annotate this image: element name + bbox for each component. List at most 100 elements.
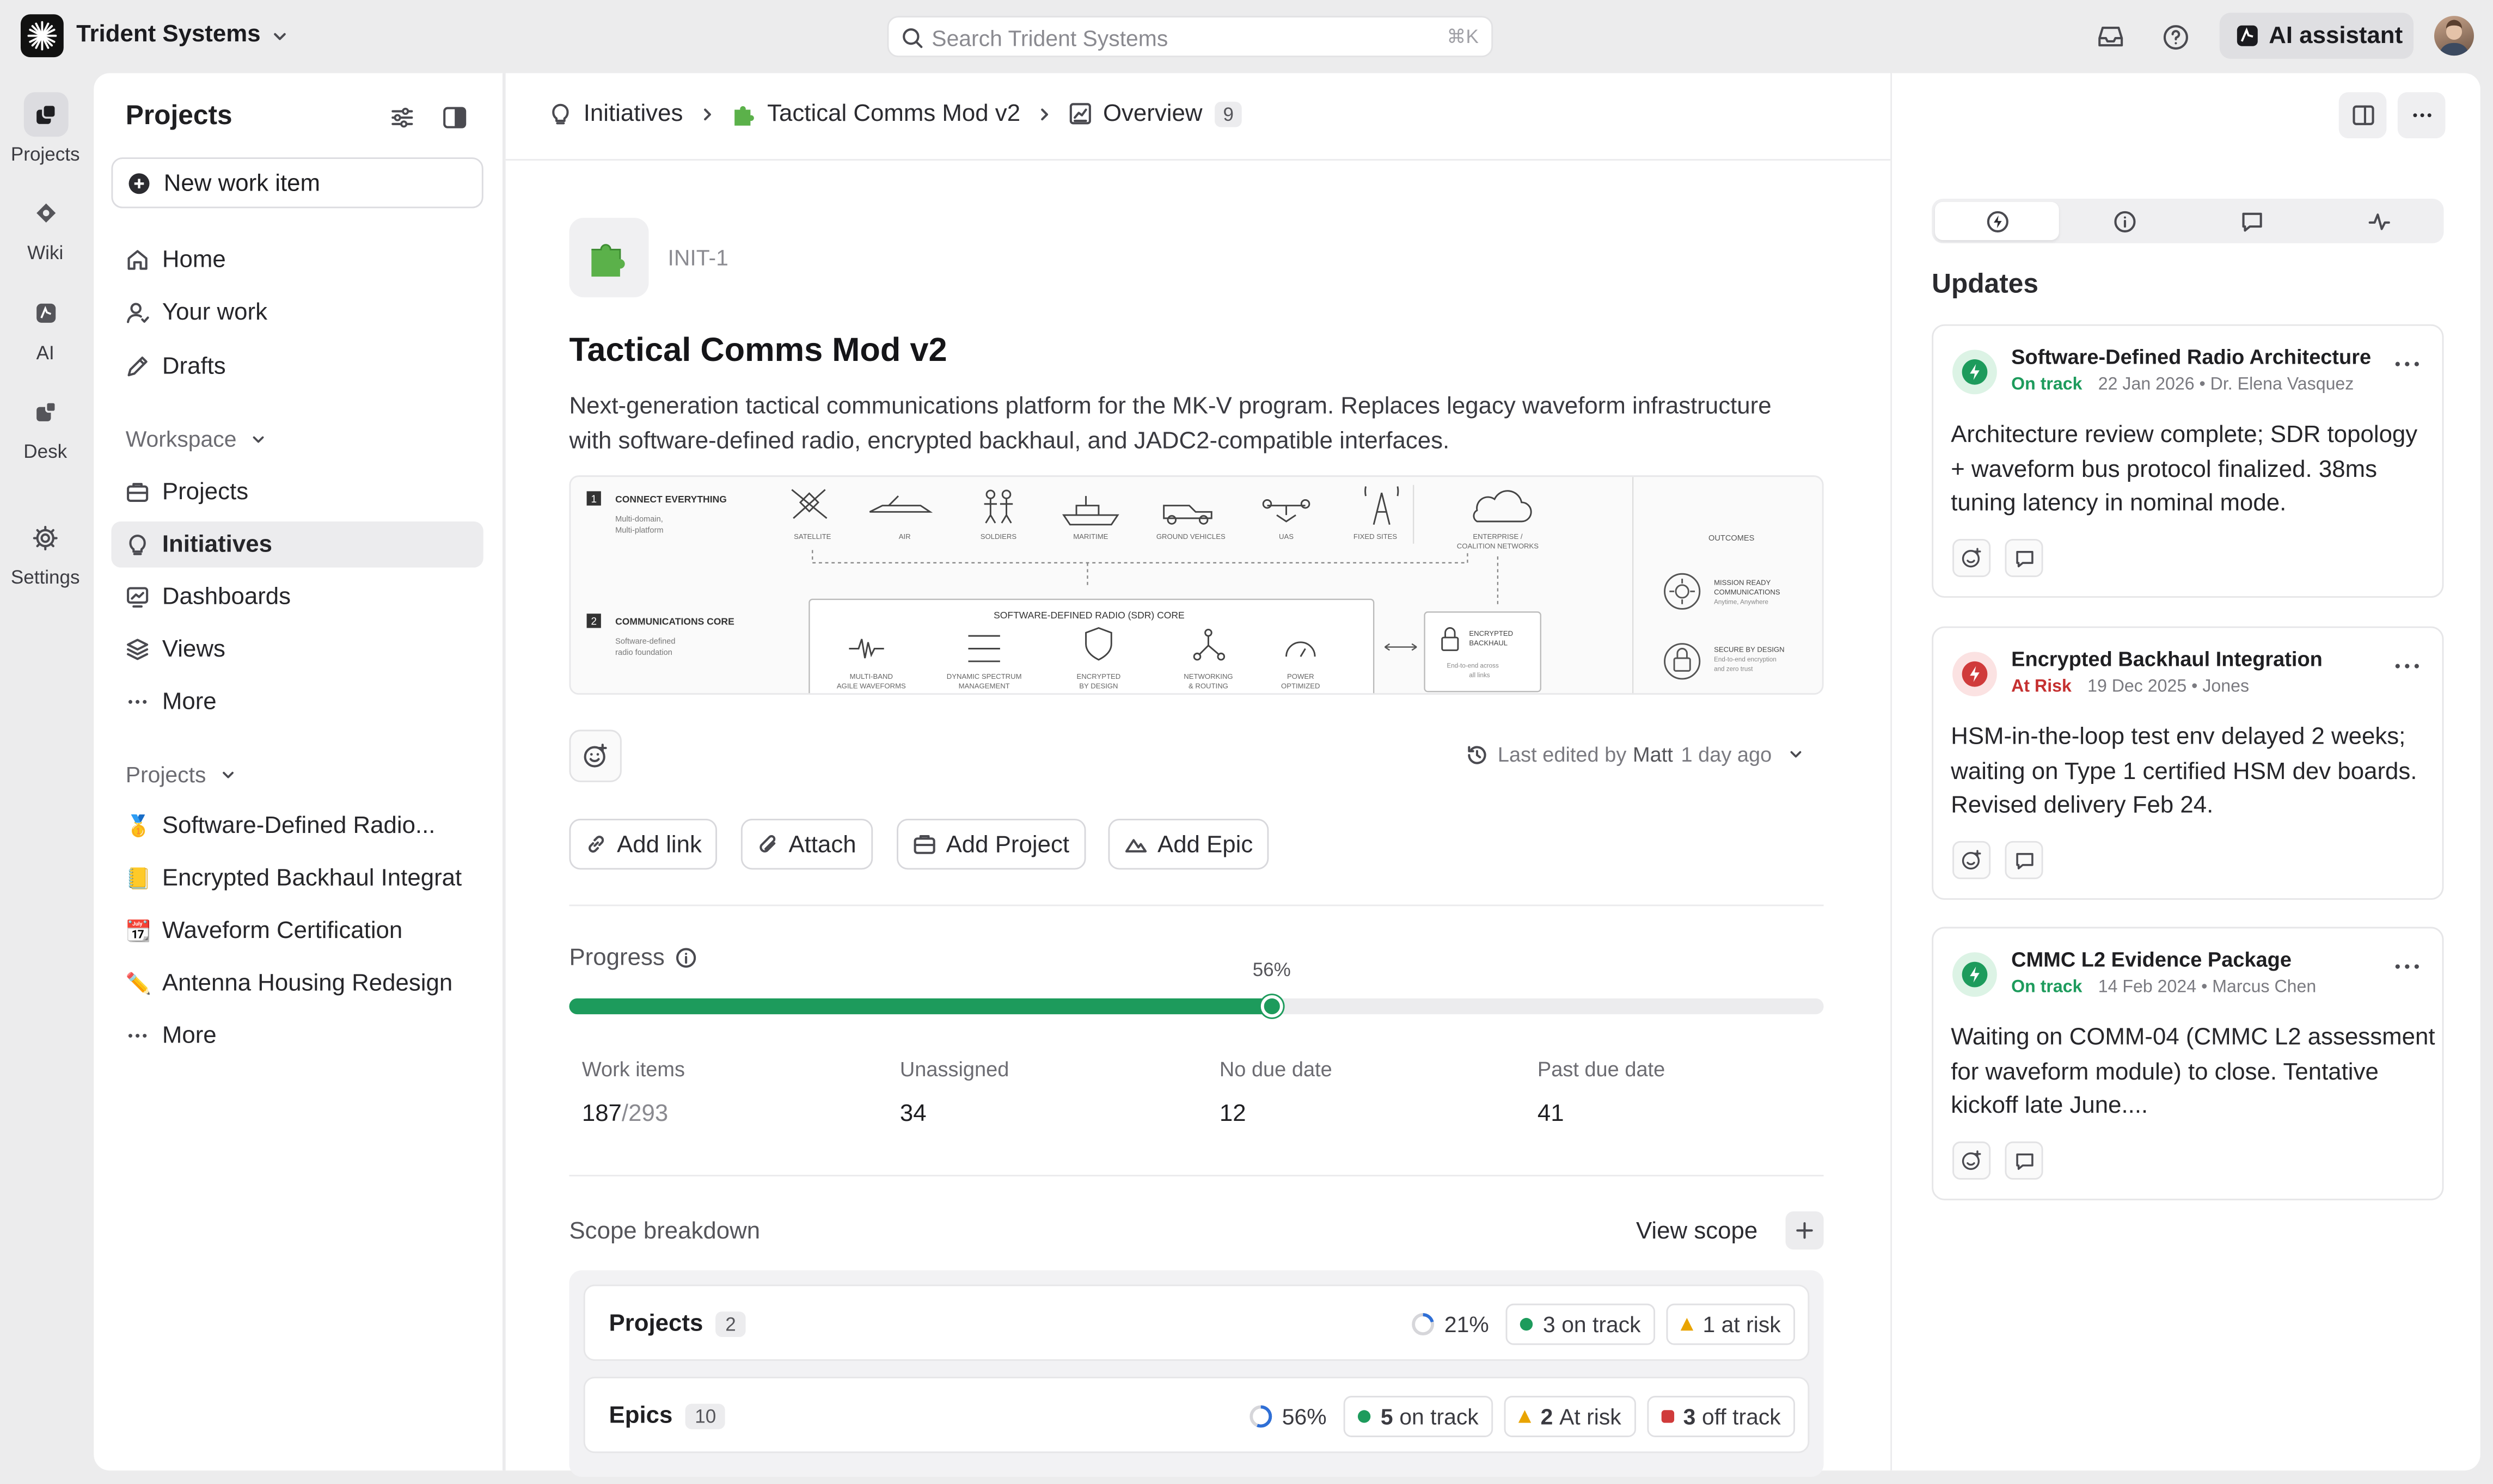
initiative-description[interactable]: Next-generation tactical communications … [569, 389, 1777, 459]
add-reaction-button[interactable] [1952, 1141, 1991, 1180]
rail-projects[interactable]: Projects [0, 92, 90, 165]
nav-label: Your work [162, 299, 268, 326]
add-epic-button[interactable]: Add Epic [1108, 818, 1269, 870]
project-item[interactable]: 📆 Waveform Certification [111, 907, 483, 954]
stat-unassigned[interactable]: Unassigned 34 [900, 1057, 1009, 1127]
nav-more[interactable]: More [111, 679, 483, 725]
help-icon[interactable] [2163, 24, 2190, 51]
green-dot-icon [1358, 1410, 1371, 1423]
on-track-chip[interactable]: 5 on track [1344, 1396, 1493, 1437]
workspace-section-header[interactable]: Workspace [125, 426, 267, 452]
initiative-icon[interactable] [569, 218, 649, 298]
svg-text:Multi-domain,: Multi-domain, [615, 515, 663, 524]
breadcrumb-initiatives[interactable]: Initiatives [549, 100, 683, 127]
tab-updates[interactable] [1935, 201, 2059, 240]
scope-row-projects[interactable]: Projects 2 21% 3 on track 1 at risk [583, 1284, 1810, 1361]
wiki-icon [35, 203, 55, 223]
projects-more[interactable]: More [111, 1013, 483, 1059]
stat-label: Unassigned [899, 1057, 1009, 1081]
svg-text:Anytime, Anywhere: Anytime, Anywhere [1714, 599, 1768, 606]
add-reaction-button[interactable] [1952, 538, 1991, 578]
activity-icon [2368, 212, 2390, 230]
projects-section-header[interactable]: Projects [126, 762, 236, 787]
nav-initiatives[interactable]: Initiatives [111, 521, 483, 568]
scope-row-epics[interactable]: Epics 10 56% 5 on track 2 At risk 3 off trac… [583, 1376, 1810, 1454]
section-divider [569, 1175, 1824, 1177]
breadcrumb-initiative[interactable]: Tactical Comms Mod v2 [731, 100, 1020, 127]
workspace-name[interactable]: Trident Systems [76, 21, 260, 48]
chevron-right-icon [703, 107, 710, 120]
stat-work-items[interactable]: Work items 187/293 [582, 1057, 685, 1127]
scope-progress: 56% [1248, 1404, 1327, 1429]
reply-button[interactable] [2005, 538, 2043, 578]
toggle-panel-button[interactable] [2338, 92, 2387, 139]
chart-page-icon [1069, 103, 1091, 125]
initiative-title[interactable]: Tactical Comms Mod v2 [569, 332, 947, 370]
workspace-logo[interactable] [20, 14, 64, 58]
add-scope-button[interactable] [1785, 1211, 1824, 1250]
scope-row-name: Projects [609, 1310, 703, 1337]
breadcrumb-label: Initiatives [583, 100, 683, 127]
svg-text:UAS: UAS [1279, 532, 1294, 541]
at-risk-chip[interactable]: 2 At risk [1504, 1396, 1636, 1437]
tab-info[interactable] [2062, 202, 2186, 240]
reply-button[interactable] [2005, 1141, 2043, 1180]
update-card[interactable]: Encrypted Backhaul Integration At Risk 1… [1932, 626, 2444, 900]
button-label: Attach [788, 830, 856, 858]
more-horizontal-icon[interactable] [2394, 359, 2420, 369]
more-horizontal-icon[interactable] [2394, 962, 2420, 972]
tab-activity[interactable] [2317, 202, 2441, 240]
more-options-button[interactable] [2397, 92, 2446, 139]
nav-your-work[interactable]: Your work [111, 289, 483, 335]
stat-past-due-date[interactable]: Past due date 41 [1538, 1057, 1665, 1127]
add-link-button[interactable]: Add link [569, 818, 718, 870]
chevron-down-icon[interactable] [270, 27, 289, 46]
last-edited-info[interactable]: Last edited by Matt 1 day ago [1466, 743, 1815, 766]
project-item[interactable]: 🥇 Software-Defined Radio... [111, 803, 483, 849]
on-track-chip[interactable]: 3 on track [1506, 1303, 1655, 1345]
project-item[interactable]: 📒 Encrypted Backhaul Integrat [111, 855, 483, 902]
rail-desk[interactable]: Desk [0, 389, 90, 463]
update-card[interactable]: CMMC L2 Evidence Package On track 14 Feb… [1932, 927, 2444, 1200]
nav-dashboards[interactable]: Dashboards [111, 574, 483, 620]
stat-no-due-date[interactable]: No due date 12 [1220, 1057, 1332, 1127]
rail-settings[interactable]: Settings [0, 515, 90, 588]
tab-comments[interactable] [2189, 202, 2313, 240]
add-reaction-button[interactable] [1952, 841, 1991, 879]
new-work-item-button[interactable]: New work item [111, 157, 483, 209]
rail-ai[interactable]: AI [0, 291, 90, 364]
rail-wiki[interactable]: Wiki [0, 191, 90, 264]
lightbulb-icon [552, 103, 569, 125]
ground-vehicle-icon [1163, 505, 1212, 525]
project-item[interactable]: ✏️ Antenna Housing Redesign [111, 960, 483, 1007]
section-label: Workspace [125, 426, 237, 452]
rail-label: Settings [10, 566, 80, 588]
search-input[interactable]: Search Trident Systems ⌘K [887, 16, 1493, 58]
filter-sliders-icon[interactable] [389, 105, 415, 131]
view-scope-link[interactable]: View scope [1636, 1218, 1757, 1245]
nav-drafts[interactable]: Drafts [111, 344, 483, 390]
nav-projects[interactable]: Projects [111, 469, 483, 515]
ai-icon [35, 303, 55, 323]
nav-views[interactable]: Views [111, 627, 483, 673]
at-risk-chip[interactable]: 1 at risk [1666, 1303, 1796, 1345]
more-horizontal-icon[interactable] [2394, 661, 2420, 671]
sidebar-toggle-icon[interactable] [442, 105, 468, 131]
off-track-chip[interactable]: 3 off track [1646, 1396, 1796, 1437]
on-track-badge [1952, 349, 1997, 395]
add-project-button[interactable]: Add Project [897, 818, 1086, 870]
sidebar-title: Projects [125, 100, 232, 131]
info-icon[interactable] [676, 947, 696, 968]
add-reaction-button[interactable] [569, 729, 622, 782]
user-avatar[interactable] [2434, 16, 2474, 56]
ai-assistant-button[interactable]: AI assistant [2219, 13, 2414, 59]
inbox-icon[interactable] [2097, 24, 2124, 50]
svg-text:Software-defined: Software-defined [615, 637, 675, 646]
breadcrumb-overview[interactable]: Overview 9 [1068, 100, 1242, 127]
update-status: On track [2011, 375, 2082, 395]
update-card[interactable]: Software-Defined Radio Architecture On t… [1932, 324, 2444, 598]
nav-label: Views [162, 636, 225, 663]
reply-button[interactable] [2005, 841, 2043, 879]
attach-button[interactable]: Attach [740, 818, 872, 870]
nav-home[interactable]: Home [111, 237, 483, 283]
